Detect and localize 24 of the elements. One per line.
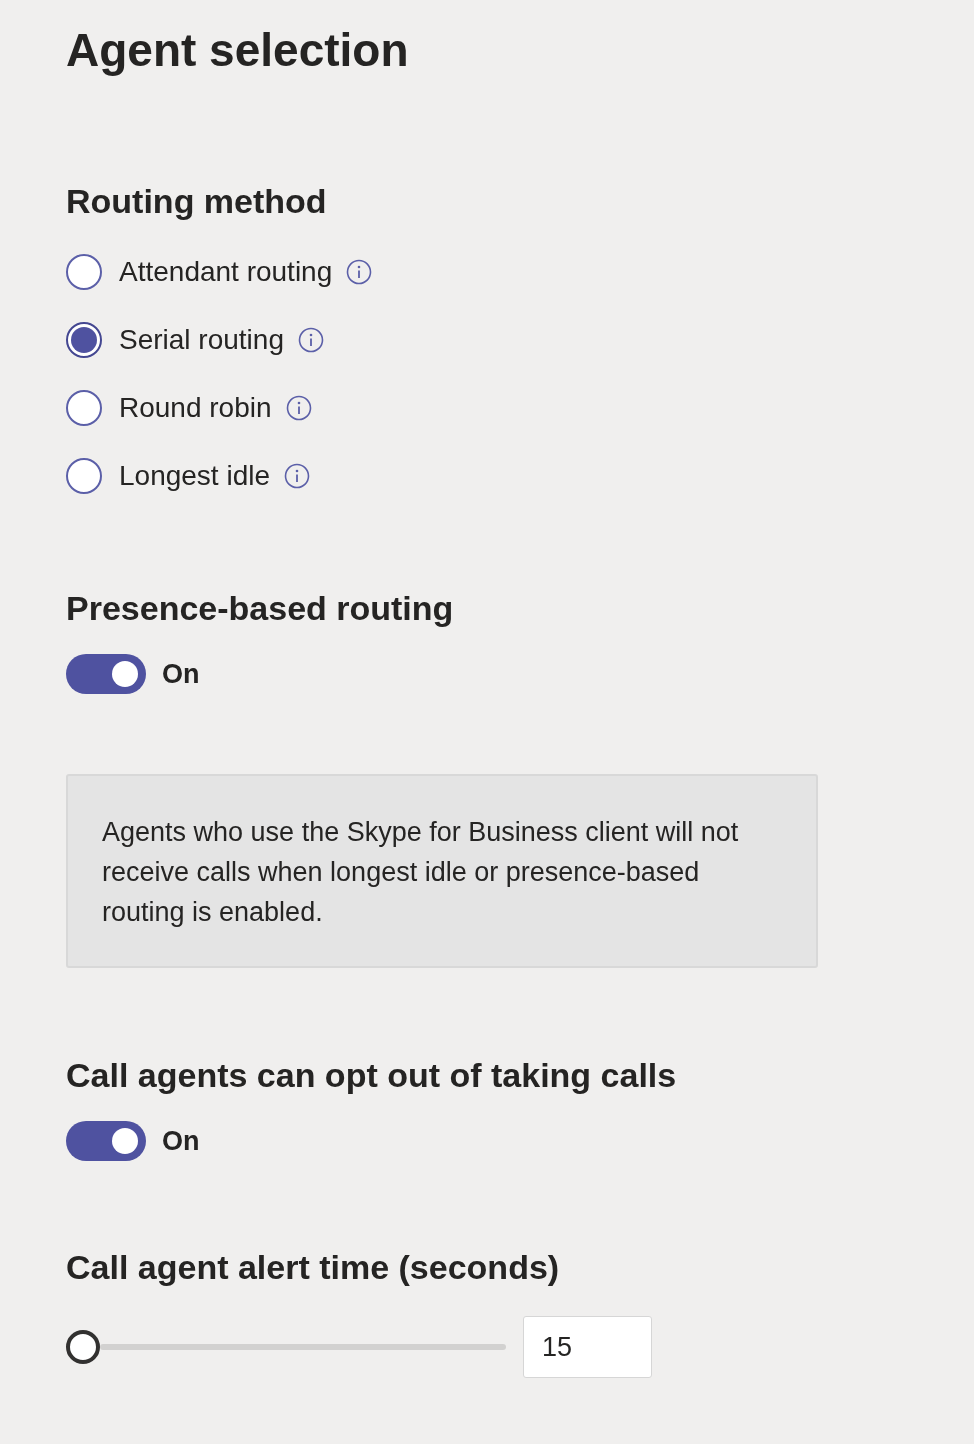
radio-label: Attendant routing — [119, 256, 333, 288]
section-heading: Call agents can opt out of taking calls — [66, 1055, 678, 1096]
radio-button[interactable] — [66, 390, 102, 426]
info-icon[interactable] — [285, 395, 312, 421]
section-heading: Routing method — [66, 181, 328, 222]
info-icon[interactable] — [284, 463, 310, 489]
info-icon[interactable] — [298, 327, 324, 353]
radio-label: Round robin — [119, 392, 272, 424]
page-title: Agent selection — [66, 23, 410, 78]
radio-button[interactable] — [66, 458, 102, 494]
radio-label: Serial routing — [119, 324, 284, 356]
notice-text: Agents who use the Skype for Business client will not receive calls when longest idle or presence-based routing is enabled. — [66, 774, 818, 968]
toggle-label: On — [162, 658, 200, 690]
section-heading: Call agent alert time (seconds) — [66, 1247, 561, 1288]
toggle-switch[interactable] — [66, 654, 146, 694]
number-field[interactable]: 15 — [523, 1316, 652, 1378]
section-heading: Presence-based routing — [66, 588, 455, 629]
radio-button[interactable] — [66, 254, 102, 290]
slider-thumb[interactable] — [66, 1330, 100, 1364]
toggle-switch[interactable] — [66, 1121, 146, 1161]
radio-button[interactable] — [66, 322, 102, 358]
info-icon[interactable] — [346, 259, 373, 285]
radio-label: Longest idle — [119, 460, 270, 492]
toggle-label: On — [162, 1125, 200, 1157]
